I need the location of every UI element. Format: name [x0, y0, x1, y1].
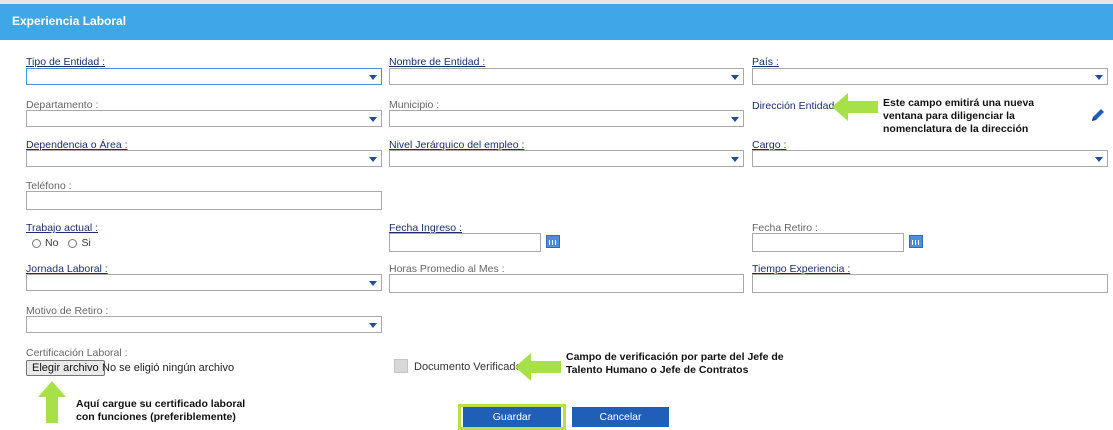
radio-si-label: Si	[81, 237, 91, 249]
section-header: Experiencia Laboral	[0, 4, 1113, 40]
chevron-down-icon	[369, 117, 377, 122]
radio-no[interactable]	[32, 238, 41, 248]
chevron-down-icon	[369, 157, 377, 162]
documento-verificado-checkbox[interactable]	[394, 359, 408, 373]
trabajo-actual-radios: No Si	[32, 237, 91, 249]
horas-promedio-input[interactable]	[389, 274, 744, 293]
chevron-down-icon	[731, 75, 739, 80]
motivo-retiro-select[interactable]	[26, 316, 382, 333]
verificacion-note: Campo de verificación por parte del Jefe…	[566, 351, 784, 377]
cancel-button[interactable]: Cancelar	[572, 407, 669, 427]
pencil-icon[interactable]	[1090, 107, 1106, 123]
file-status: No se eligió ningún archivo	[102, 362, 235, 374]
choose-file-button[interactable]: Elegir archivo	[26, 360, 105, 376]
jornada-laboral-select[interactable]	[26, 274, 382, 291]
certificado-note-line: con funciones (preferiblemente)	[76, 411, 236, 423]
tipo-entidad-select[interactable]	[26, 68, 382, 85]
chevron-down-icon	[731, 117, 739, 122]
fecha-ingreso-input[interactable]	[389, 233, 541, 252]
cargo-select[interactable]	[752, 150, 1108, 167]
nivel-jerarquico-select[interactable]	[389, 150, 744, 167]
direccion-note-line: nomenclatura de la dirección	[883, 123, 1029, 135]
label-direccion-entidad: Dirección Entidad :	[752, 100, 841, 112]
chevron-down-icon	[369, 323, 377, 328]
dependencia-select[interactable]	[26, 150, 382, 167]
chevron-down-icon	[1095, 157, 1103, 162]
pais-select[interactable]	[752, 68, 1108, 85]
label-pais: País :	[752, 56, 779, 68]
nombre-entidad-select[interactable]	[389, 68, 744, 85]
chevron-down-icon	[369, 75, 377, 80]
calendar-icon[interactable]	[909, 235, 923, 248]
verificacion-note-line: Talento Humano o Jefe de Contratos	[566, 364, 749, 376]
save-button[interactable]: Guardar	[463, 407, 561, 427]
departamento-select[interactable]	[26, 110, 382, 127]
telefono-input[interactable]	[26, 191, 382, 210]
radio-si[interactable]	[68, 238, 78, 248]
tiempo-experiencia-input[interactable]	[752, 274, 1108, 293]
documento-verificado-label: Documento Verificado	[414, 361, 522, 373]
chevron-down-icon	[1095, 75, 1103, 80]
arrow-left-icon	[515, 353, 561, 381]
arrow-left-icon	[832, 93, 878, 121]
section-title: Experiencia Laboral	[12, 14, 127, 28]
label-certificacion-laboral: Certificación Laboral :	[26, 347, 128, 359]
fecha-retiro-input[interactable]	[752, 233, 904, 252]
arrow-up-icon	[38, 381, 66, 423]
label-trabajo-actual: Trabajo actual :	[26, 222, 98, 234]
municipio-select[interactable]	[389, 110, 744, 127]
certificado-note: Aquí cargue su certificado laboral con f…	[76, 398, 245, 424]
direccion-note-line: ventana para diligenciar la	[883, 110, 1015, 122]
calendar-icon[interactable]	[546, 235, 560, 248]
radio-no-label: No	[45, 237, 59, 249]
verificacion-note-line: Campo de verificación por parte del Jefe…	[566, 351, 784, 363]
direccion-note-line: Este campo emitirá una nueva	[883, 97, 1035, 109]
chevron-down-icon	[731, 157, 739, 162]
direccion-note: Este campo emitirá una nueva ventana par…	[883, 97, 1034, 136]
label-tipo-entidad: Tipo de Entidad :	[26, 56, 105, 68]
label-nombre-entidad: Nombre de Entidad :	[389, 56, 486, 68]
certificado-note-line: Aquí cargue su certificado laboral	[76, 398, 246, 410]
chevron-down-icon	[369, 281, 377, 286]
